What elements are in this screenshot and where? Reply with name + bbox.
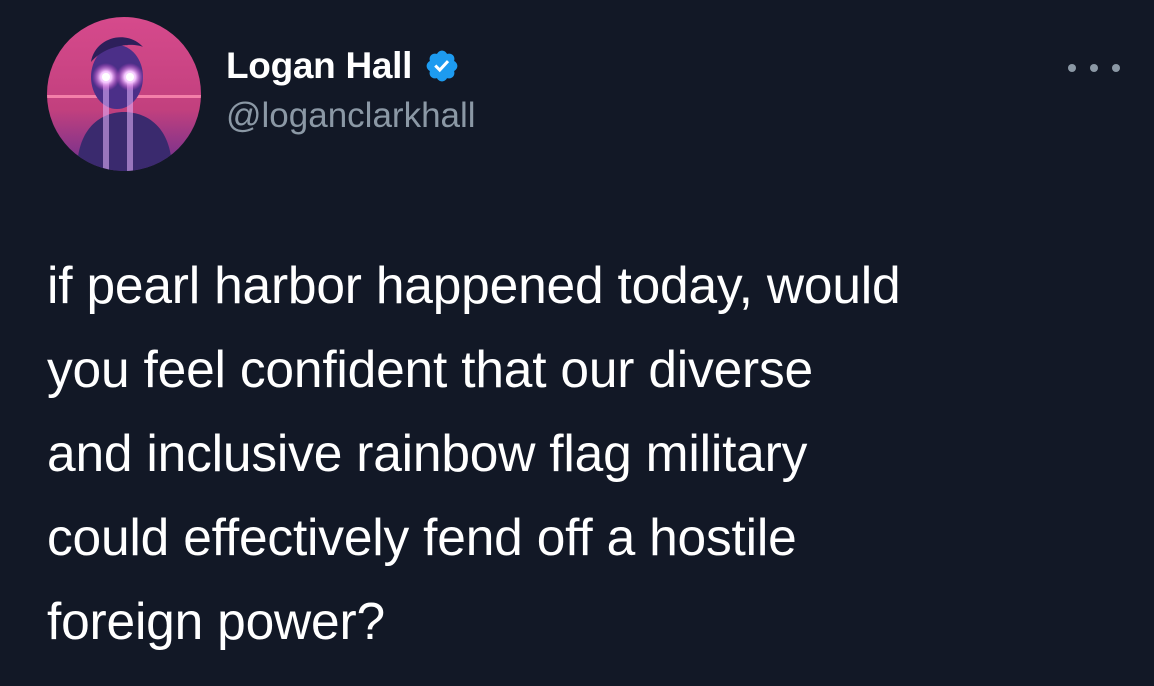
author-display-name[interactable]: Logan Hall xyxy=(226,40,412,92)
more-dot xyxy=(1090,64,1098,72)
verified-badge-icon xyxy=(424,48,460,84)
profile-photo-icon xyxy=(47,17,201,171)
more-dot xyxy=(1068,64,1076,72)
name-row: Logan Hall xyxy=(226,40,476,92)
author-handle[interactable]: @loganclarkhall xyxy=(226,94,476,138)
tweet-card: Logan Hall @loganclarkhall if pearl harb… xyxy=(0,0,1154,686)
tweet-text: if pearl harbor happened today, would yo… xyxy=(47,256,901,650)
author-avatar[interactable] xyxy=(47,17,201,171)
more-dot xyxy=(1112,64,1120,72)
more-options-icon[interactable] xyxy=(1068,56,1120,80)
author-info: Logan Hall @loganclarkhall xyxy=(226,40,476,138)
